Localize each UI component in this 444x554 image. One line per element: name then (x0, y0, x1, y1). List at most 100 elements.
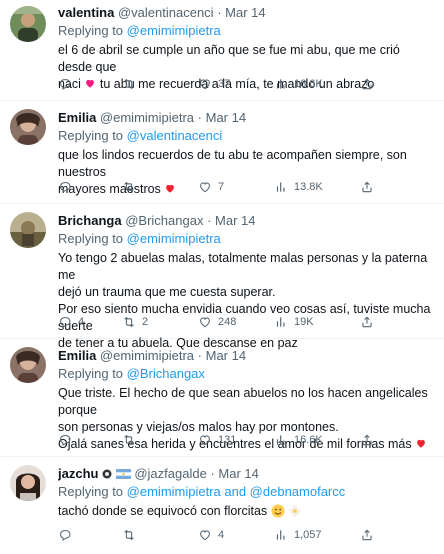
views-count: 1,057 (294, 529, 322, 541)
retweet-count: 2 (142, 316, 149, 328)
user-handle[interactable]: @valentinacenci (118, 5, 214, 20)
emoji-icon (102, 469, 112, 479)
views-button[interactable]: 1,057 (274, 525, 322, 545)
reply-mention-link[interactable]: @valentinacenci (127, 128, 223, 143)
retweet-button[interactable]: 2 (122, 312, 148, 332)
tweet-date[interactable]: Mar 14 (215, 213, 255, 228)
retweet-icon (122, 180, 136, 194)
views-button[interactable]: 19K (274, 312, 314, 332)
replying-to: Replying to @valentinacenci (58, 127, 432, 145)
like-count: 4 (218, 529, 225, 541)
tweet-header: valentina @valentinacenci · Mar 14 (58, 4, 432, 22)
views-icon (274, 77, 288, 91)
reply-button[interactable]: 4 (58, 312, 84, 332)
tweet[interactable]: Emilia @emimimipietra · Mar 14 Replying … (0, 101, 444, 204)
tweet-header: Emilia @emimimipietra · Mar 14 (58, 109, 432, 127)
tweet-date[interactable]: Mar 14 (218, 466, 258, 481)
like-button[interactable]: 4 (198, 525, 224, 545)
tweet-line: Yo tengo 2 abuelas malas, totalmente mal… (58, 251, 428, 282)
retweet-button[interactable] (122, 525, 142, 545)
avatar[interactable] (10, 347, 46, 383)
retweet-button[interactable] (122, 177, 142, 197)
retweet-button[interactable] (122, 74, 142, 94)
share-icon (360, 433, 374, 447)
avatar[interactable] (10, 6, 46, 42)
views-icon (274, 315, 288, 329)
like-button[interactable]: 37 (198, 74, 230, 94)
retweet-icon (122, 315, 136, 329)
tweet[interactable]: jazchu @jazfagalde · Mar 14 Replying to … (0, 457, 444, 554)
views-button[interactable]: 13.8K (274, 177, 323, 197)
like-icon (198, 528, 212, 542)
retweet-button[interactable] (122, 430, 142, 450)
reply-mention-link[interactable]: @Brichangax (127, 366, 205, 381)
share-button[interactable] (360, 177, 374, 197)
separator: · (210, 466, 215, 481)
reply-icon (58, 433, 72, 447)
tweet[interactable]: Brichanga @Brichangax · Mar 14 Replying … (0, 204, 444, 350)
replying-to: Replying to @emimimipietra (58, 230, 432, 248)
views-button[interactable]: 16.6K (274, 74, 323, 94)
replying-to-label: Replying to (58, 128, 124, 143)
like-button[interactable]: 248 (198, 312, 236, 332)
avatar[interactable] (10, 465, 46, 501)
share-button[interactable] (360, 525, 374, 545)
reply-mention-link[interactable]: @emimimipietra and @debnamofarcc (127, 484, 346, 499)
flower-emoji-icon (289, 505, 301, 517)
like-button[interactable]: 131 (198, 430, 236, 450)
like-count: 131 (218, 434, 237, 446)
tweet-text: tachó donde se equivocó con florcitas (58, 503, 432, 520)
user-handle[interactable]: @emimimipietra (100, 348, 194, 363)
share-icon (360, 77, 374, 91)
like-button[interactable]: 7 (198, 177, 224, 197)
share-icon (360, 180, 374, 194)
like-count: 37 (218, 78, 231, 90)
views-icon (274, 528, 288, 542)
reply-mention-link[interactable]: @emimimipietra (127, 231, 221, 246)
display-name[interactable]: Emilia (58, 348, 96, 363)
replying-to: Replying to @emimimipietra (58, 22, 432, 40)
share-button[interactable] (360, 312, 374, 332)
tweet[interactable]: Emilia @emimimipietra · Mar 14 Replying … (0, 339, 444, 457)
like-icon (198, 180, 212, 194)
tweet-line: tachó donde se equivocó con florcitas (58, 504, 268, 518)
display-name[interactable]: Emilia (58, 110, 96, 125)
reply-button[interactable] (58, 177, 78, 197)
reply-mention-link[interactable]: @emimimipietra (127, 23, 221, 38)
views-count: 16.6K (294, 434, 323, 446)
tweet[interactable]: valentina @valentinacenci · Mar 14 Reply… (0, 0, 444, 101)
reply-icon (58, 315, 72, 329)
tweet-header: Brichanga @Brichangax · Mar 14 (58, 212, 432, 230)
replying-to-label: Replying to (58, 231, 124, 246)
user-handle[interactable]: @jazfagalde (134, 466, 206, 481)
reply-button[interactable] (58, 525, 78, 545)
reply-icon (58, 180, 72, 194)
user-handle[interactable]: @emimimipietra (100, 110, 194, 125)
reply-button[interactable] (58, 74, 78, 94)
reply-button[interactable] (58, 430, 78, 450)
display-name[interactable]: jazchu (58, 466, 98, 481)
reply-icon (58, 528, 72, 542)
like-icon (198, 77, 212, 91)
retweet-icon (122, 433, 136, 447)
avatar[interactable] (10, 109, 46, 145)
argentina-flag-icon (115, 469, 131, 479)
share-button[interactable] (360, 430, 374, 450)
display-name[interactable]: valentina (58, 5, 114, 20)
reply-icon (58, 77, 72, 91)
replying-to: Replying to @Brichangax (58, 365, 432, 383)
tweet-actions: 4 1,057 (58, 525, 432, 545)
share-button[interactable] (360, 74, 374, 94)
tweet-date[interactable]: Mar 14 (206, 110, 246, 125)
tweet-line: dejó un trauma que me cuesta superar. (58, 285, 276, 299)
views-button[interactable]: 16.6K (274, 430, 323, 450)
tweet-date[interactable]: Mar 14 (206, 348, 246, 363)
user-handle[interactable]: @Brichangax (125, 213, 203, 228)
tweet-actions: 37 16.6K (58, 74, 432, 94)
avatar[interactable] (10, 212, 46, 248)
separator: · (207, 213, 212, 228)
share-icon (360, 528, 374, 542)
tweet-date[interactable]: Mar 14 (225, 5, 265, 20)
replying-to-label: Replying to (58, 484, 124, 499)
display-name[interactable]: Brichanga (58, 213, 122, 228)
